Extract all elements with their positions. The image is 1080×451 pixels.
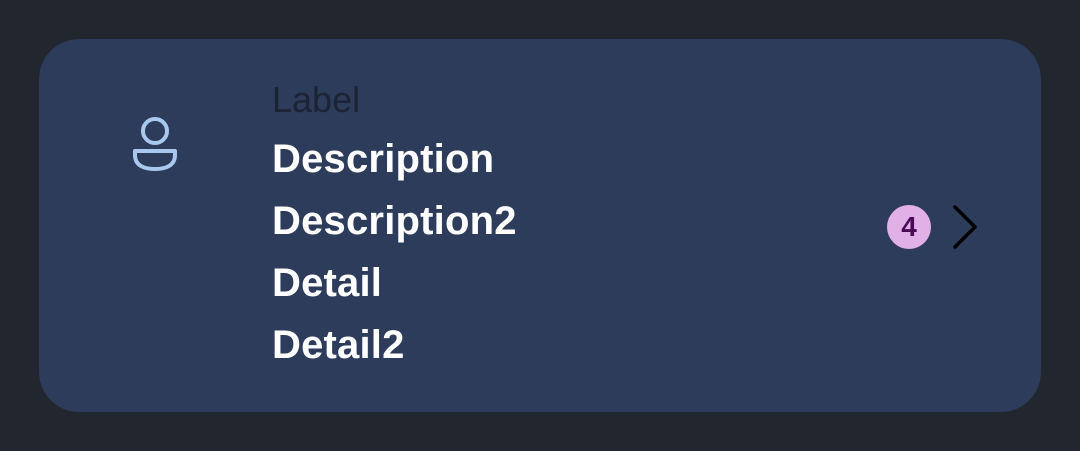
count-badge: 4 xyxy=(887,205,931,249)
item-label: Label xyxy=(272,79,361,120)
chevron-right-icon[interactable] xyxy=(948,203,984,251)
list-item-card[interactable]: Label Description Description2 Detail De… xyxy=(39,39,1041,412)
item-description: Description xyxy=(272,137,495,181)
item-detail2: Detail2 xyxy=(272,323,405,367)
item-detail: Detail xyxy=(272,261,383,305)
list-item-text: Label Description Description2 Detail De… xyxy=(272,78,517,376)
item-description2: Description2 xyxy=(272,199,517,243)
person-icon xyxy=(127,113,183,173)
